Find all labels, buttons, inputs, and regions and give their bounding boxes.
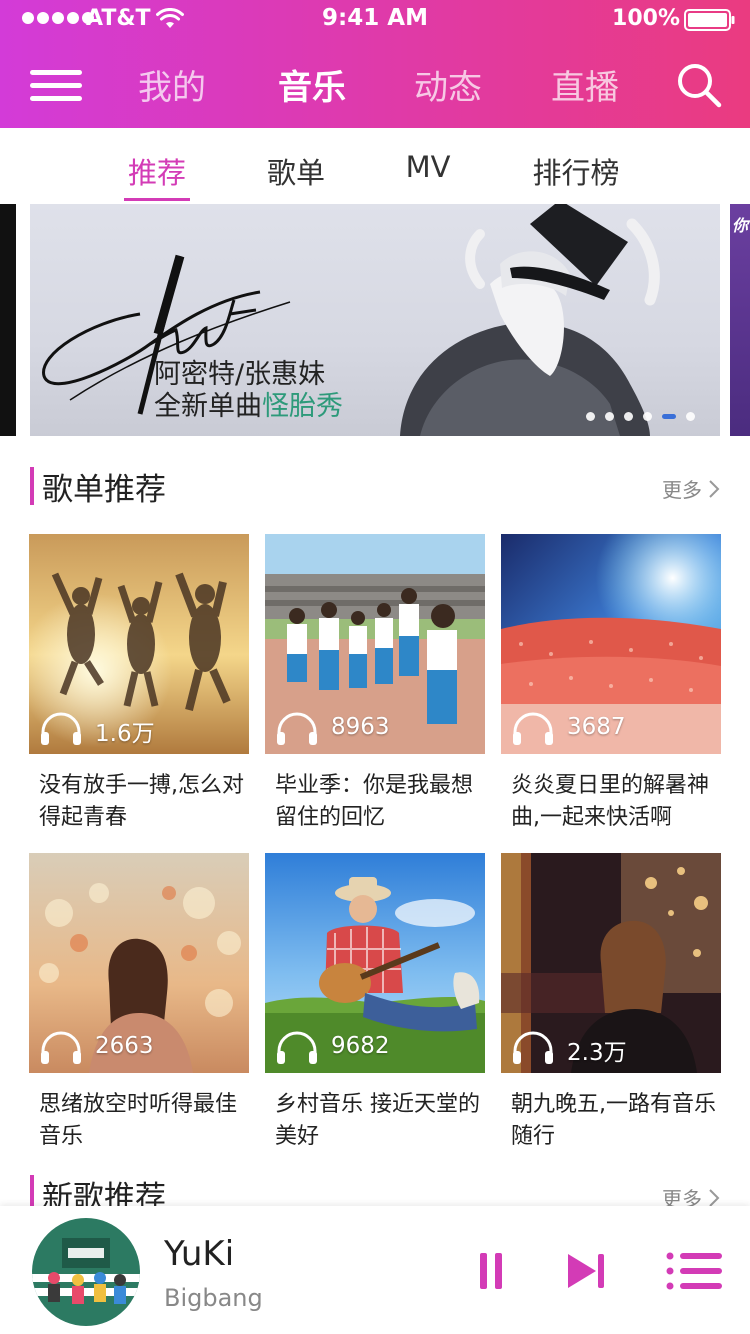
chevron-right-icon: [709, 1188, 720, 1207]
playlist-card[interactable]: 9682 乡村音乐 接近天堂的美好: [265, 853, 485, 1153]
banner-artist: 阿密特/张惠妹: [154, 359, 326, 390]
carousel-dot[interactable]: [586, 412, 595, 421]
carousel-dot[interactable]: [686, 412, 695, 421]
play-count: 2663: [95, 1033, 154, 1059]
headphones-icon: [277, 712, 317, 745]
mini-player[interactable]: YuKi Bigbang: [0, 1206, 750, 1334]
banner-artist-photo: [400, 204, 660, 436]
nav-tab-music[interactable]: 音乐: [252, 60, 372, 109]
carousel-dot[interactable]: [624, 412, 633, 421]
playlist-card[interactable]: 2663 思绪放空时听得最佳音乐: [29, 853, 249, 1153]
headphones-icon: [277, 1031, 317, 1064]
banner-carousel[interactable]: 阿密特/张惠妹 全新单曲怪胎秀: [30, 204, 720, 436]
headphones-icon: [513, 1031, 553, 1064]
playlist-cover[interactable]: 1.6万: [29, 534, 249, 754]
play-count: 1.6万: [95, 721, 155, 747]
banner-next-peek[interactable]: 你: [730, 204, 750, 436]
sub-tab-bar: 推荐 歌单 MV 排行榜: [0, 128, 750, 204]
more-playlists-link[interactable]: 更多: [662, 474, 720, 503]
carousel-dot[interactable]: [605, 412, 614, 421]
next-track-icon[interactable]: [566, 1252, 606, 1290]
chevron-right-icon: [709, 479, 720, 498]
battery-percentage: 100%: [612, 6, 680, 31]
play-count: 9682: [331, 1033, 390, 1059]
now-playing-title[interactable]: YuKi: [164, 1234, 234, 1274]
playlist-card[interactable]: 1.6万 没有放手一搏,怎么对得起青春: [29, 534, 249, 834]
status-bar: AT&T 9:41 AM 100%: [0, 0, 750, 40]
play-count: 8963: [331, 714, 390, 740]
tab-recommend[interactable]: 推荐: [87, 150, 227, 192]
playlist-cover[interactable]: 2.3万: [501, 853, 721, 1073]
hamburger-menu-icon[interactable]: [30, 66, 82, 104]
playlist-card[interactable]: 3687 炎炎夏日里的解暑神曲,一起来快活啊: [501, 534, 721, 834]
playlist-title[interactable]: 朝九晚五,一路有音乐随行: [501, 1089, 721, 1153]
banner-subtitle: 全新单曲怪胎秀: [154, 392, 343, 422]
album-cover-image: [32, 1218, 140, 1326]
play-count: 2.3万: [567, 1040, 627, 1066]
nav-tab-live[interactable]: 直播: [525, 60, 645, 109]
nav-tab-feed[interactable]: 动态: [388, 60, 508, 109]
nav-tab-mine[interactable]: 我的: [112, 60, 232, 109]
banner-song-name: 怪胎秀: [262, 391, 343, 422]
playlist-title[interactable]: 毕业季：你是我最想留住的回忆: [265, 770, 485, 834]
playlist-cover[interactable]: 3687: [501, 534, 721, 754]
playlist-title[interactable]: 乡村音乐 接近天堂的美好: [265, 1089, 485, 1153]
section-accent-bar: [30, 467, 34, 505]
now-playing-artist[interactable]: Bigbang: [164, 1284, 263, 1312]
album-art[interactable]: [32, 1218, 140, 1326]
section-title-text: 歌单推荐: [42, 471, 166, 508]
playlist-cover[interactable]: 2663: [29, 853, 249, 1073]
play-count: 3687: [567, 714, 626, 740]
tab-charts[interactable]: 排行榜: [506, 150, 646, 192]
headphones-icon: [41, 1031, 81, 1064]
carousel-dots: [586, 412, 695, 421]
playlist-cover[interactable]: 9682: [265, 853, 485, 1073]
headphones-icon: [41, 712, 81, 745]
playlist-queue-icon[interactable]: [666, 1252, 722, 1290]
playlist-card[interactable]: 2.3万 朝九晚五,一路有音乐随行: [501, 853, 721, 1153]
section-title-playlists: 歌单推荐: [30, 466, 166, 508]
headphones-icon: [513, 712, 553, 745]
active-tab-indicator: [124, 198, 190, 201]
carousel-dot-active[interactable]: [662, 414, 676, 419]
battery-icon: [684, 9, 735, 31]
banner-subtitle-prefix: 全新单曲: [154, 391, 262, 422]
tab-mv[interactable]: MV: [358, 150, 498, 184]
pause-icon[interactable]: [478, 1252, 504, 1290]
banner-prev-peek[interactable]: [0, 204, 16, 436]
search-icon[interactable]: [676, 62, 722, 108]
carousel-dot[interactable]: [643, 412, 652, 421]
playlist-cover[interactable]: 8963: [265, 534, 485, 754]
app-header: AT&T 9:41 AM 100% 我的 音乐 动态 直播: [0, 0, 750, 128]
playlist-title[interactable]: 思绪放空时听得最佳音乐: [29, 1089, 249, 1153]
playlist-title[interactable]: 炎炎夏日里的解暑神曲,一起来快活啊: [501, 770, 721, 834]
top-navigation: 我的 音乐 动态 直播: [0, 40, 750, 128]
tab-playlists[interactable]: 歌单: [226, 150, 366, 192]
playlist-title[interactable]: 没有放手一搏,怎么对得起青春: [29, 770, 249, 834]
more-label: 更多: [662, 478, 702, 502]
playlist-card[interactable]: 8963 毕业季：你是我最想留住的回忆: [265, 534, 485, 834]
